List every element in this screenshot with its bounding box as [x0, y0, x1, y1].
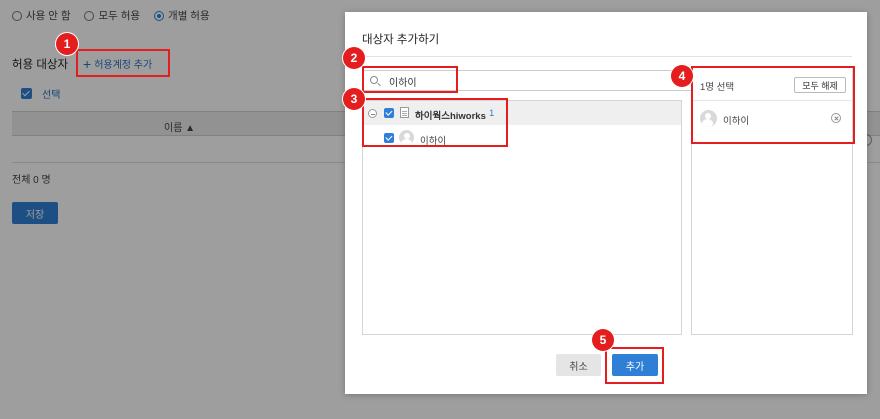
step-marker-4: 4	[671, 65, 693, 87]
cancel-button[interactable]: 취소	[556, 354, 601, 376]
highlight-box-5	[605, 347, 664, 384]
highlight-box-2	[362, 66, 458, 93]
step-marker-2: 2	[343, 47, 365, 69]
dialog-title: 대상자 추가하기	[362, 34, 440, 46]
step-marker-5: 5	[592, 329, 614, 351]
step-marker-1: 1	[56, 33, 78, 55]
highlight-box-4	[691, 66, 855, 144]
step-marker-3: 3	[343, 88, 365, 110]
highlight-box-3	[362, 98, 508, 147]
highlight-box-1	[76, 49, 170, 77]
dialog-divider	[362, 56, 852, 57]
